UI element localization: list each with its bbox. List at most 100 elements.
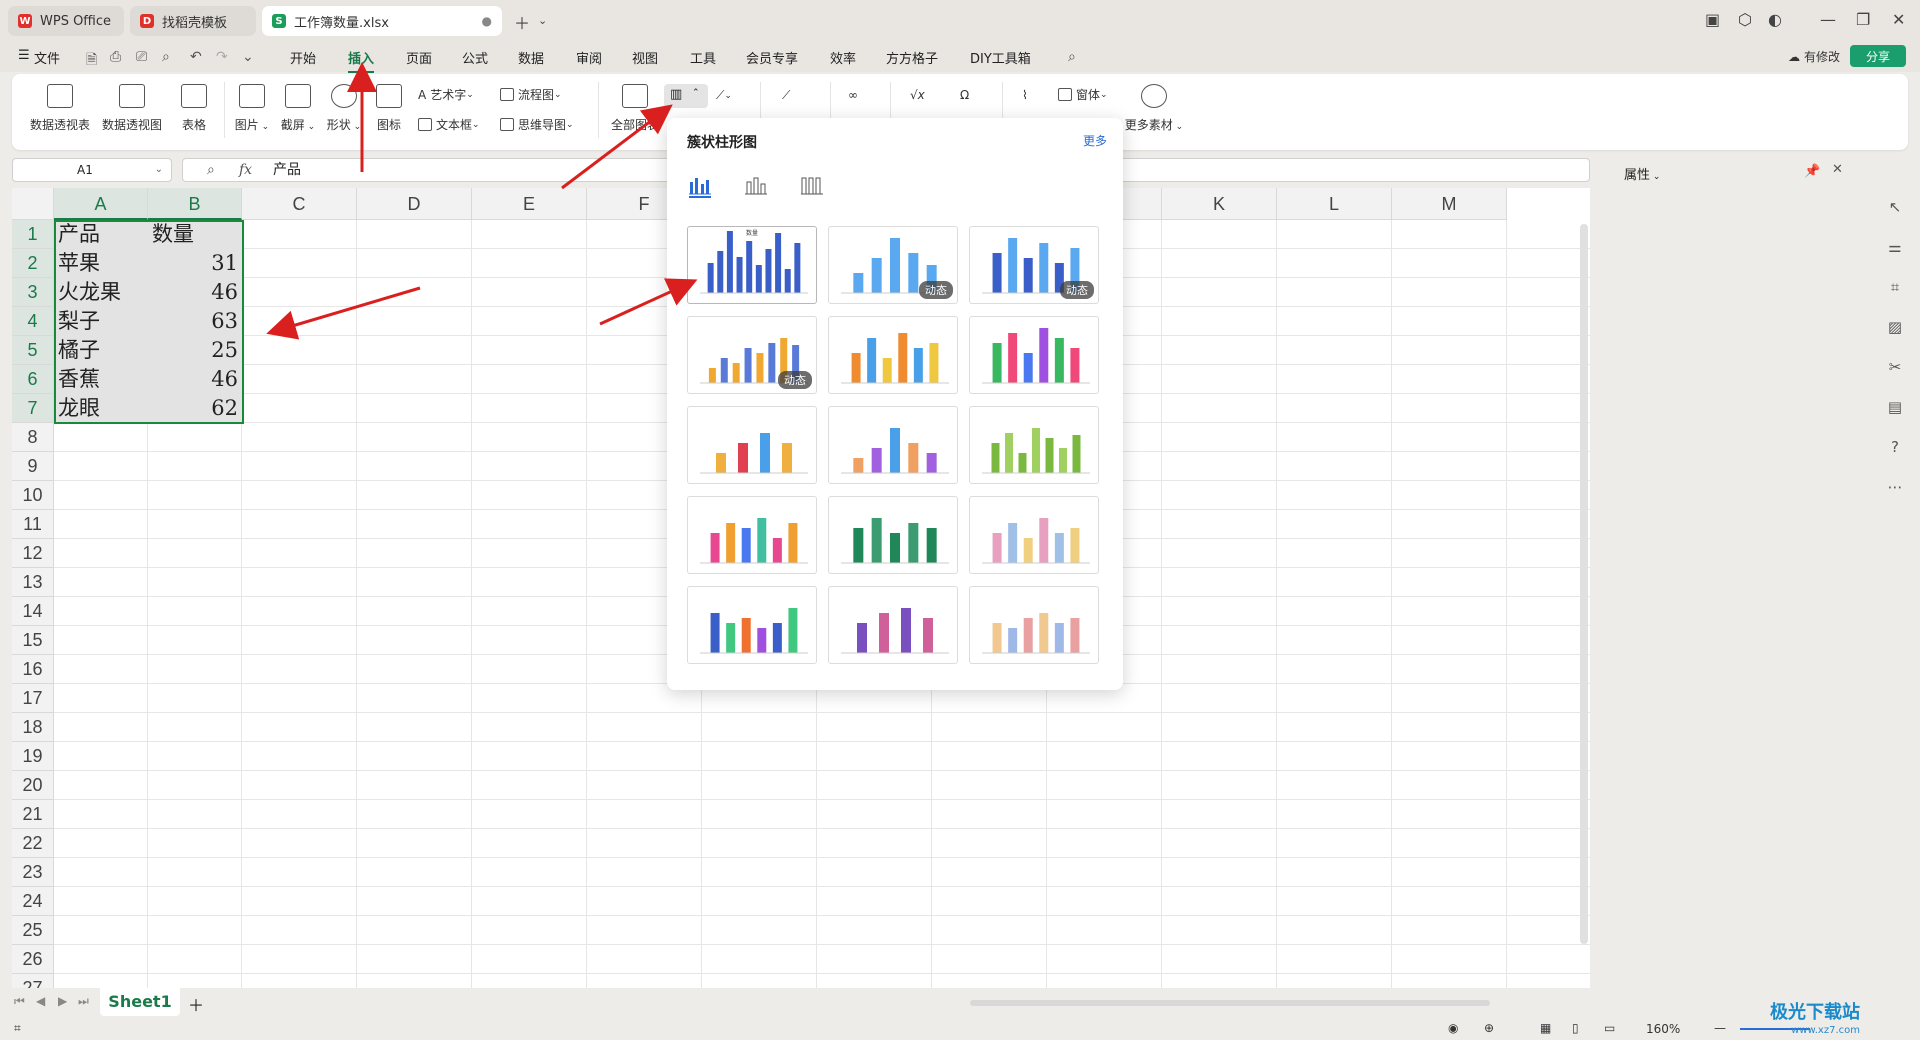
avatar[interactable]: ◐ [1768, 10, 1782, 29]
row-header-3[interactable]: 3 [12, 278, 54, 307]
chart-template-thumbnail[interactable] [969, 406, 1099, 484]
tab-docer-templates[interactable]: D 找稻壳模板 [130, 6, 256, 36]
clustered-column-type-icon[interactable] [687, 174, 713, 198]
column-chart-dropdown-button[interactable]: ▥ ⌃ [664, 84, 708, 108]
menu-file[interactable]: 文件 [34, 48, 60, 67]
menu-insert[interactable]: 插入 [348, 48, 375, 73]
search-icon[interactable]: ⌕ [1068, 49, 1076, 65]
percent-column-type-icon[interactable] [799, 174, 825, 198]
icon-button[interactable]: 图标 [374, 84, 404, 133]
row-header-16[interactable]: 16 [12, 655, 54, 684]
menu-review[interactable]: 审阅 [576, 48, 602, 67]
save-icon[interactable]: 🗎 [86, 49, 97, 73]
table-button[interactable]: 表格 [174, 84, 214, 133]
close-panel-icon[interactable]: ✕ [1832, 162, 1843, 177]
normal-view-icon[interactable]: ▦ [1540, 1021, 1551, 1035]
picture-button[interactable]: 图片 ⌄ [232, 84, 272, 133]
chevron-down-icon[interactable]: ⌄ [538, 14, 547, 27]
row-header-22[interactable]: 22 [12, 829, 54, 858]
zoom-out-icon[interactable]: — [1714, 1021, 1726, 1035]
restore-icon[interactable]: ❐ [1856, 10, 1870, 29]
row-header-19[interactable]: 19 [12, 742, 54, 771]
column-header-e[interactable]: E [472, 188, 587, 220]
chart-template-thumbnail[interactable]: 数量 [687, 226, 817, 304]
row-header-17[interactable]: 17 [12, 684, 54, 713]
horizontal-scrollbar[interactable] [970, 1000, 1490, 1006]
chart-template-thumbnail[interactable] [687, 406, 817, 484]
column-header-k[interactable]: K [1162, 188, 1277, 220]
select-all-corner[interactable] [12, 188, 54, 220]
menu-data[interactable]: 数据 [518, 48, 544, 67]
column-header-m[interactable]: M [1392, 188, 1507, 220]
row-header-25[interactable]: 25 [12, 916, 54, 945]
first-sheet-icon[interactable]: ⏮ [14, 994, 25, 1009]
chart-template-thumbnail[interactable] [687, 586, 817, 664]
menu-home[interactable]: 开始 [290, 48, 316, 67]
tab-close-icon[interactable]: ● [482, 14, 492, 28]
window-layout-icon[interactable]: ▣ [1705, 10, 1720, 29]
book-icon[interactable]: ▤ [1886, 398, 1904, 416]
row-header-2[interactable]: 2 [12, 249, 54, 278]
chart-template-thumbnail[interactable]: 动态 [828, 226, 958, 304]
row-header-18[interactable]: 18 [12, 713, 54, 742]
formula-input[interactable]: 产品 [273, 159, 301, 181]
row-header-14[interactable]: 14 [12, 597, 54, 626]
form-button[interactable]: 窗体 ⌄ [1058, 86, 1108, 103]
row-header-8[interactable]: 8 [12, 423, 54, 452]
menu-tools[interactable]: 工具 [690, 48, 716, 67]
chart-template-thumbnail[interactable] [969, 586, 1099, 664]
chart-template-thumbnail[interactable]: 动态 [969, 226, 1099, 304]
new-tab-icon[interactable]: ＋ [514, 10, 530, 34]
row-header-6[interactable]: 6 [12, 365, 54, 394]
column-header-c[interactable]: C [242, 188, 357, 220]
row-header-15[interactable]: 15 [12, 626, 54, 655]
screenshot-button[interactable]: 截屏 ⌄ [278, 84, 318, 133]
art-text-button[interactable]: A 艺术字 ⌄ [418, 86, 474, 103]
cube-icon[interactable]: ⬡ [1738, 10, 1752, 29]
chart-template-thumbnail[interactable]: 动态 [687, 316, 817, 394]
chevron-down-icon[interactable]: ⌄ [155, 159, 163, 181]
row-header-11[interactable]: 11 [12, 510, 54, 539]
chart-template-thumbnail[interactable] [969, 316, 1099, 394]
print-icon[interactable]: ⎚ [136, 49, 147, 65]
all-charts-button[interactable]: 全部图表 [608, 84, 662, 133]
equation-button[interactable]: √x [910, 88, 925, 102]
share-button[interactable]: 分享 [1850, 45, 1906, 67]
close-window-icon[interactable]: ✕ [1892, 10, 1905, 29]
tab-wps-office[interactable]: W WPS Office [8, 6, 124, 36]
image-edit-icon[interactable]: ▨ [1886, 318, 1904, 336]
menu-page[interactable]: 页面 [406, 48, 432, 67]
crop-icon[interactable]: ⌗ [1886, 278, 1904, 296]
symbol-button[interactable]: Ω [960, 88, 969, 102]
zoom-level[interactable]: 160% [1646, 1022, 1680, 1036]
menu-formula[interactable]: 公式 [462, 48, 488, 67]
property-title[interactable]: 属性 ⌄ [1624, 164, 1660, 183]
chart-template-thumbnail[interactable] [828, 316, 958, 394]
stacked-column-type-icon[interactable] [743, 174, 769, 198]
row-header-26[interactable]: 26 [12, 945, 54, 974]
column-header-a[interactable]: A [54, 188, 148, 220]
mindmap-button[interactable]: 思维导图 ⌄ [500, 116, 574, 133]
row-header-7[interactable]: 7 [12, 394, 54, 423]
row-header-10[interactable]: 10 [12, 481, 54, 510]
column-header-l[interactable]: L [1277, 188, 1392, 220]
menu-view[interactable]: 视图 [632, 48, 658, 67]
row-header-23[interactable]: 23 [12, 858, 54, 887]
row-header-12[interactable]: 12 [12, 539, 54, 568]
fx-icon[interactable]: fx [239, 159, 252, 181]
page-break-icon[interactable]: ▭ [1604, 1021, 1615, 1035]
hyperlink-button[interactable]: ∞ [848, 88, 858, 102]
line-chart-dropdown-button[interactable]: ⟋ ⌄ [716, 88, 732, 103]
pivot-table-button[interactable]: 数据透视表 [28, 84, 92, 133]
zoom-icon[interactable]: ⌕ [207, 159, 215, 181]
more-chevron-icon[interactable]: ⌄ [242, 49, 254, 65]
menu-diy-toolbox[interactable]: DIY工具箱 [970, 48, 1031, 67]
menu-fangfang[interactable]: 方方格子 [886, 48, 938, 67]
row-header-20[interactable]: 20 [12, 771, 54, 800]
tab-workbook[interactable]: S 工作簿数量.xlsx ● [262, 6, 502, 36]
row-header-4[interactable]: 4 [12, 307, 54, 336]
row-header-24[interactable]: 24 [12, 887, 54, 916]
row-header-21[interactable]: 21 [12, 800, 54, 829]
name-box[interactable]: A1 ⌄ [12, 158, 172, 182]
sparkline-button[interactable]: ⟋ [782, 88, 790, 103]
